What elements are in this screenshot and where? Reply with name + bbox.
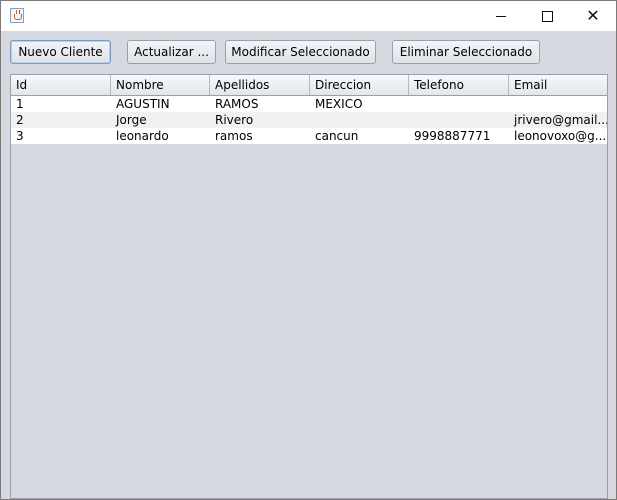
table-header: Id Nombre Apellidos Direccion Telefono E…: [11, 75, 607, 96]
new-client-button[interactable]: Nuevo Cliente: [10, 40, 111, 64]
app-icon-cup: [14, 14, 22, 20]
table-row[interactable]: 1 AGUSTIN RAMOS MEXICO: [11, 96, 607, 112]
minimize-icon: [496, 15, 506, 17]
maximize-button[interactable]: [524, 1, 570, 31]
column-header-id[interactable]: Id: [11, 75, 111, 95]
cell-apellidos[interactable]: Rivero: [210, 112, 310, 128]
java-app-icon[interactable]: [10, 8, 24, 23]
column-header-telefono[interactable]: Telefono: [409, 75, 509, 95]
cell-apellidos[interactable]: ramos: [210, 128, 310, 144]
clients-table[interactable]: Id Nombre Apellidos Direccion Telefono E…: [10, 74, 608, 499]
column-header-nombre[interactable]: Nombre: [111, 75, 210, 95]
table-row[interactable]: 3 leonardo ramos cancun 9998887771 leono…: [11, 128, 607, 144]
modify-selected-button[interactable]: Modificar Seleccionado: [225, 40, 376, 64]
app-window: ✕ Nuevo Cliente Actualizar ... Modificar…: [0, 0, 617, 500]
column-header-direccion[interactable]: Direccion: [310, 75, 409, 95]
cell-nombre[interactable]: AGUSTIN: [111, 96, 210, 112]
cell-telefono[interactable]: 9998887771: [409, 128, 509, 144]
cell-email[interactable]: jrivero@gmail....: [509, 112, 607, 128]
minimize-button[interactable]: [478, 1, 524, 31]
close-button[interactable]: ✕: [570, 1, 616, 31]
cell-nombre[interactable]: leonardo: [111, 128, 210, 144]
cell-email[interactable]: [509, 96, 607, 112]
cell-telefono[interactable]: [409, 112, 509, 128]
cell-apellidos[interactable]: RAMOS: [210, 96, 310, 112]
cell-id[interactable]: 1: [11, 96, 111, 112]
cell-telefono[interactable]: [409, 96, 509, 112]
table-row[interactable]: 2 Jorge Rivero jrivero@gmail....: [11, 112, 607, 128]
maximize-icon: [541, 10, 553, 22]
cell-direccion[interactable]: MEXICO: [310, 96, 409, 112]
delete-selected-button[interactable]: Eliminar Seleccionado: [392, 40, 540, 64]
refresh-button[interactable]: Actualizar ...: [127, 40, 216, 64]
cell-id[interactable]: 3: [11, 128, 111, 144]
title-bar[interactable]: ✕: [1, 1, 616, 31]
cell-id[interactable]: 2: [11, 112, 111, 128]
cell-email[interactable]: leonovoxo@g...: [509, 128, 607, 144]
cell-direccion[interactable]: cancun: [310, 128, 409, 144]
close-icon: ✕: [586, 6, 600, 25]
cell-direccion[interactable]: [310, 112, 409, 128]
column-header-email[interactable]: Email: [509, 75, 607, 95]
cell-nombre[interactable]: Jorge: [111, 112, 210, 128]
column-header-apellidos[interactable]: Apellidos: [210, 75, 310, 95]
